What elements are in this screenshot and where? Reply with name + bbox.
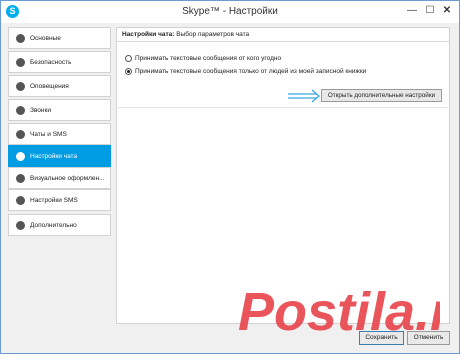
sidebar-item-chats-sms[interactable]: Чаты и SMS — [8, 123, 111, 145]
smiley-icon — [16, 173, 25, 183]
sidebar-item-security[interactable]: Безопасность — [8, 51, 111, 73]
sidebar-item-label: Дополнительно — [30, 221, 77, 229]
save-button[interactable]: Сохранить — [359, 331, 404, 345]
option-anyone-label: Принимать текстовые сообщения от кого уг… — [135, 55, 282, 62]
sidebar-item-label: Чаты и SMS — [30, 130, 67, 138]
chat-bubble-icon — [16, 151, 25, 161]
sidebar-item-label: Оповещения — [30, 82, 69, 90]
sidebar-item-advanced[interactable]: Дополнительно — [8, 214, 111, 236]
settings-sidebar: Основные Безопасность Оповещения Звонки … — [8, 27, 111, 337]
sidebar-item-general[interactable]: Основные — [8, 27, 111, 49]
title-bar: S Skype™ - Настройки — ☐ ✕ — [1, 1, 459, 23]
phone-icon — [16, 105, 25, 115]
option-contacts-only[interactable]: Принимать текстовые сообщения только от … — [125, 68, 366, 75]
open-advanced-settings-button[interactable]: Открыть дополнительные настройки — [321, 89, 442, 102]
window-title: Skype™ - Настройки — [182, 6, 278, 17]
cancel-button[interactable]: Отменить — [407, 331, 450, 345]
sms-icon — [16, 195, 25, 205]
panel-header-title: Настройки чата: — [122, 31, 175, 38]
panel-header: Настройки чата: Выбор параметров чата — [117, 28, 449, 42]
sidebar-item-chat-settings[interactable]: Настройки чата — [8, 145, 111, 167]
sidebar-item-notifications[interactable]: Оповещения — [8, 75, 111, 97]
sidebar-item-label: Безопасность — [30, 58, 72, 66]
minimize-button[interactable]: — — [403, 4, 421, 18]
sidebar-item-calls[interactable]: Звонки — [8, 99, 111, 121]
sidebar-item-label: Настройки SMS — [30, 196, 78, 204]
chat-icon — [16, 129, 25, 139]
pointer-arrow-icon — [288, 89, 320, 103]
close-button[interactable]: ✕ — [437, 4, 457, 18]
sidebar-item-label: Визуальное оформлен... — [30, 174, 105, 182]
panel-divider — [116, 107, 450, 108]
skype-icon — [16, 33, 25, 43]
radio-contacts-only[interactable] — [125, 68, 132, 75]
sidebar-item-label: Настройки чата — [30, 152, 78, 160]
bell-icon — [16, 81, 25, 91]
gear-icon — [16, 220, 25, 230]
sidebar-item-appearance[interactable]: Визуальное оформлен... — [8, 167, 111, 189]
panel-header-subtitle: Выбор параметров чата — [174, 31, 250, 38]
option-anyone[interactable]: Принимать текстовые сообщения от кого уг… — [125, 55, 281, 62]
sidebar-item-label: Звонки — [30, 106, 51, 114]
sidebar-item-sms-settings[interactable]: Настройки SMS — [8, 189, 111, 211]
lock-icon — [16, 57, 25, 67]
option-contacts-only-label: Принимать текстовые сообщения только от … — [135, 68, 367, 75]
radio-anyone[interactable] — [125, 55, 132, 62]
sidebar-item-label: Основные — [30, 34, 61, 42]
